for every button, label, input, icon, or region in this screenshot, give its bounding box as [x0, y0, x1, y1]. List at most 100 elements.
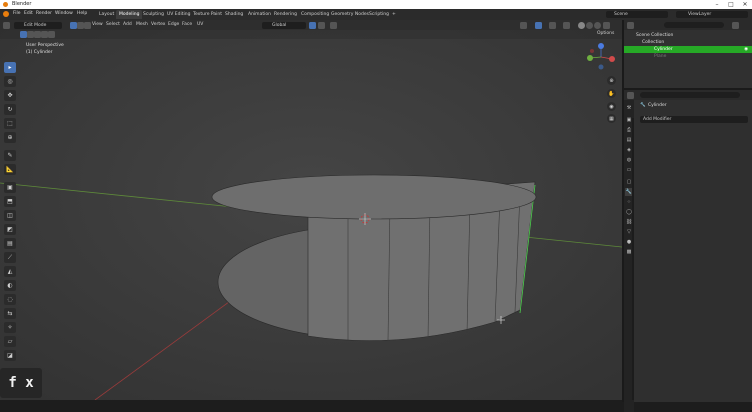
solid-shading-icon[interactable]	[578, 21, 585, 29]
add-cube-tool[interactable]: ▣	[4, 182, 16, 193]
menu-mesh[interactable]: Mesh	[136, 22, 148, 27]
tab-modeling[interactable]: Modeling	[116, 10, 143, 19]
tab-sculpting[interactable]: Sculpting	[140, 10, 167, 19]
outliner-row-plane[interactable]: Plane	[624, 53, 752, 60]
properties-tab-scrollbar[interactable]	[632, 118, 634, 400]
rendered-shading-icon[interactable]	[594, 21, 601, 29]
maximize-button[interactable]: □	[724, 0, 738, 9]
filter-icon[interactable]	[732, 21, 739, 29]
material-shading-icon[interactable]	[586, 21, 593, 29]
shrink-fatten-tool[interactable]: ✧	[4, 322, 16, 333]
tab-texture-paint[interactable]: Texture Paint	[190, 10, 225, 19]
snap-icon[interactable]	[318, 21, 325, 29]
menu-render[interactable]: Render	[36, 11, 52, 16]
outliner-search-input[interactable]	[664, 22, 724, 28]
properties-object-name: Cylinder	[648, 103, 667, 108]
menu-uv[interactable]: UV	[197, 22, 203, 27]
menu-vertex[interactable]: Vertex	[151, 22, 165, 27]
outliner-row-scene-collection[interactable]: Scene Collection	[624, 32, 752, 39]
spin-tool[interactable]: ◐	[4, 280, 16, 291]
perspective-toggle-icon[interactable]: ▦	[607, 114, 616, 123]
shear-tool[interactable]: ▱	[4, 336, 16, 347]
inset-tool[interactable]: ◫	[4, 210, 16, 221]
scene-label: Scene	[614, 12, 628, 17]
xray-toggle-icon[interactable]	[563, 21, 570, 29]
overlay-toggle-icon[interactable]	[549, 21, 556, 29]
knife-tool[interactable]: ⟋	[4, 252, 16, 263]
outliner-type-icon[interactable]	[627, 21, 634, 29]
scene-selector[interactable]: Scene	[606, 11, 668, 18]
shading-options-icon[interactable]	[603, 21, 610, 29]
menu-window[interactable]: Window	[55, 11, 73, 16]
add-modifier-label: Add Modifier	[643, 117, 672, 122]
menu-face[interactable]: Face	[182, 22, 192, 27]
select-mode-new-icon[interactable]	[20, 31, 27, 38]
measure-tool[interactable]: 📐	[4, 164, 16, 175]
tab-rendering[interactable]: Rendering	[271, 10, 300, 19]
loop-cut-tool[interactable]: ▤	[4, 238, 16, 249]
title-bar: Blender – □ ✕	[0, 0, 752, 9]
perspective-label: User Perspective	[26, 43, 64, 48]
select-mode-extend-icon[interactable]	[27, 31, 34, 38]
select-mode-intersect-icon[interactable]	[48, 31, 55, 38]
blender-menu-icon[interactable]	[3, 11, 9, 17]
cursor-tool[interactable]: ◎	[4, 76, 16, 87]
properties-panel: ⚒ ▣ ⎙ ▤ ◈ ◍ ▭ ▢ 🔧 ⁘ ◯ ⛓ ▽ ● ▩ 🔧 Cylinder…	[622, 88, 752, 412]
close-button[interactable]: ✕	[738, 0, 752, 9]
smooth-tool[interactable]: ◌	[4, 294, 16, 305]
extrude-tool[interactable]: ⬒	[4, 196, 16, 207]
menu-file[interactable]: File	[13, 11, 21, 16]
proportional-edit-icon[interactable]	[330, 21, 337, 29]
editor-type-icon[interactable]	[3, 21, 10, 29]
menu-edge[interactable]: Edge	[168, 22, 179, 27]
outliner-row-label: Collection	[642, 40, 665, 45]
edge-slide-tool[interactable]: ⇆	[4, 308, 16, 319]
minimize-button[interactable]: –	[710, 0, 724, 9]
tab-layout[interactable]: Layout	[96, 10, 117, 19]
face-select-button[interactable]	[84, 21, 91, 29]
edge-select-button[interactable]	[77, 21, 84, 29]
cylinder-top-face	[211, 174, 537, 220]
tool-tab-icon[interactable]: ⚒	[625, 104, 633, 112]
mode-dropdown[interactable]: Edit Mode	[14, 21, 62, 29]
pan-hand-icon[interactable]: ✋	[607, 89, 616, 98]
outliner-row-collection[interactable]: Collection	[624, 39, 752, 46]
top-menu-bar: File Edit Render Window Help Layout Mode…	[0, 9, 752, 20]
visibility-icon[interactable]	[520, 21, 527, 29]
select-mode-invert-icon[interactable]	[41, 31, 48, 38]
options-dropdown[interactable]: Options	[597, 31, 614, 36]
eye-icon[interactable]: ◉	[744, 46, 748, 53]
transform-orientation-dropdown[interactable]: Global	[262, 21, 306, 29]
menu-select[interactable]: Select	[106, 22, 120, 27]
camera-view-icon[interactable]: ◉	[607, 102, 616, 111]
gizmo-toggle-icon[interactable]	[535, 21, 542, 29]
window-title: Blender	[12, 1, 32, 7]
3d-viewport[interactable]: Edit Mode View Select Add Mesh Vertex Ed…	[0, 20, 622, 400]
object-label: (1) Cylinder	[26, 50, 53, 55]
menu-add[interactable]: Add	[123, 22, 132, 27]
select-box-tool[interactable]: ▸	[4, 62, 16, 73]
menu-edit[interactable]: Edit	[24, 11, 33, 16]
zoom-icon[interactable]: ⊕	[607, 76, 616, 85]
select-mode-subtract-icon[interactable]	[34, 31, 41, 38]
rip-tool[interactable]: ◪	[4, 350, 16, 361]
transform-tool[interactable]: ⊕	[4, 132, 16, 143]
tab-animation[interactable]: Animation	[245, 10, 274, 19]
annotate-tool[interactable]: ✎	[4, 150, 16, 161]
menu-help[interactable]: Help	[77, 11, 87, 16]
properties-search-input[interactable]	[640, 92, 740, 98]
move-tool[interactable]: ✥	[4, 90, 16, 101]
bevel-tool[interactable]: ◩	[4, 224, 16, 235]
add-workspace-button[interactable]: +	[389, 10, 399, 19]
pivot-icon[interactable]	[309, 21, 316, 29]
scale-tool[interactable]: ⬚	[4, 118, 16, 129]
add-modifier-dropdown[interactable]: Add Modifier	[640, 116, 748, 123]
rotate-tool[interactable]: ↻	[4, 104, 16, 115]
tab-shading[interactable]: Shading	[222, 10, 246, 19]
poly-build-tool[interactable]: ◭	[4, 266, 16, 277]
outliner-row-cylinder[interactable]: Cylinder ◉	[624, 46, 752, 53]
properties-type-icon[interactable]	[627, 91, 634, 99]
view-layer-selector[interactable]: ViewLayer	[676, 11, 748, 18]
menu-view[interactable]: View	[92, 22, 103, 27]
vertex-select-button[interactable]	[70, 21, 77, 29]
